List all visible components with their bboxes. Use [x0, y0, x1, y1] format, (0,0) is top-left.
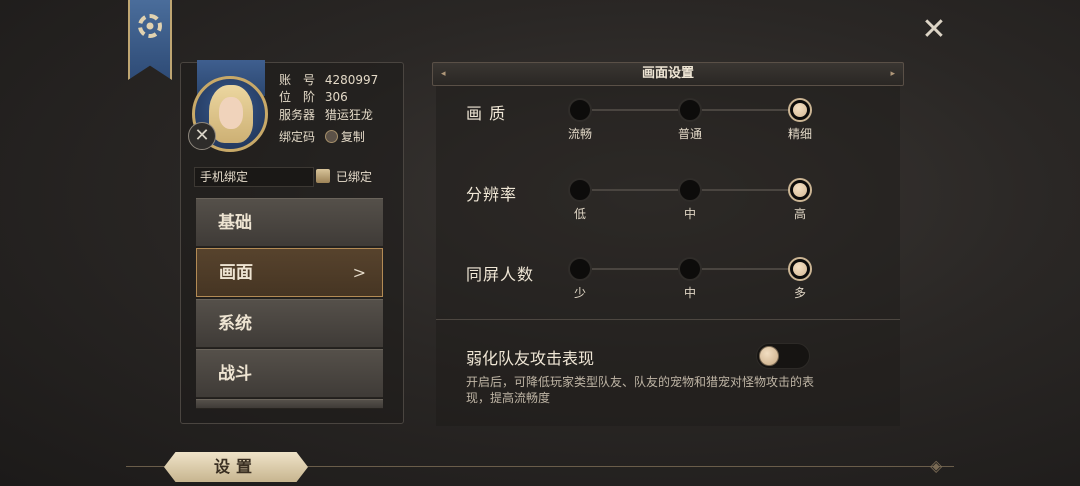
- panel-header: ◂ 画面设置 ▸: [432, 62, 904, 86]
- quality-option-label: 流畅: [567, 127, 592, 141]
- rank-value: 306: [324, 90, 348, 104]
- quality-option-label: 精细: [787, 127, 812, 141]
- tab-combat[interactable]: 战斗: [196, 349, 383, 398]
- server-label: 服务器: [279, 108, 316, 122]
- resolution-option-label: 中: [683, 207, 696, 221]
- close-button[interactable]: ✕: [918, 14, 950, 46]
- ornament-left-icon: ◂: [441, 69, 446, 79]
- server-row: 服务器 猎运狂龙: [279, 106, 373, 123]
- players-option-label: 多: [793, 286, 806, 300]
- quality-option-smooth[interactable]: [568, 98, 592, 122]
- tab-system[interactable]: 系统: [196, 299, 383, 348]
- resolution-option-mid[interactable]: [678, 178, 702, 202]
- bind-status-label: 已绑定: [336, 170, 373, 184]
- phone-bind-status[interactable]: 已绑定: [316, 167, 372, 187]
- bind-code-row: 绑定码 复制: [279, 128, 365, 145]
- tab-more[interactable]: [196, 399, 383, 409]
- account-label: 账 号: [279, 73, 316, 87]
- settings-banner: [128, 0, 172, 80]
- swords-icon[interactable]: ✕: [188, 122, 216, 150]
- account-row: 账 号 4280997: [279, 71, 378, 88]
- scroll-icon: [316, 169, 330, 183]
- toggle-knob: [759, 346, 779, 366]
- copy-label: 复制: [340, 130, 365, 144]
- server-value: 猎运狂龙: [324, 108, 373, 122]
- weaken-teammate-title: 弱化队友攻击表现: [466, 349, 595, 368]
- players-option-many[interactable]: [788, 257, 812, 281]
- bind-code-label: 绑定码: [279, 130, 316, 144]
- players-option-label: 中: [683, 286, 696, 300]
- chevron-right-icon: >: [352, 263, 366, 282]
- copy-icon: [324, 130, 338, 143]
- tab-label: 战斗: [218, 364, 252, 384]
- tab-basic[interactable]: 基础: [196, 198, 383, 247]
- gear-icon: [138, 14, 162, 38]
- rank-label: 位 阶: [279, 90, 316, 104]
- copy-button[interactable]: 复制: [324, 130, 365, 144]
- players-option-few[interactable]: [568, 257, 592, 281]
- account-value: 4280997: [324, 73, 379, 87]
- avatar-face: [219, 97, 243, 129]
- phone-bind-field: 手机绑定: [194, 167, 314, 187]
- ornament-right-icon: ▸: [890, 69, 895, 79]
- tab-label: 画面: [219, 263, 253, 283]
- divider: [436, 319, 900, 320]
- ornament-end-icon: ◈: [930, 456, 943, 475]
- resolution-option-label: 低: [573, 207, 586, 221]
- players-label: 同屏人数: [466, 265, 535, 284]
- panel-title: 画面设置: [641, 66, 694, 81]
- tab-graphics[interactable]: 画面 >: [196, 248, 383, 297]
- quality-option-label: 普通: [677, 127, 702, 141]
- tab-label: 基础: [218, 213, 252, 233]
- players-option-label: 少: [573, 286, 586, 300]
- quality-option-fine[interactable]: [788, 98, 812, 122]
- weaken-teammate-toggle[interactable]: [756, 343, 810, 369]
- tab-label: 系统: [218, 314, 252, 334]
- quality-label: 画 质: [466, 104, 507, 123]
- resolution-option-low[interactable]: [568, 178, 592, 202]
- resolution-label: 分辨率: [466, 185, 518, 204]
- weaken-teammate-desc: 开启后，可降低玩家类型队友、队友的宠物和猎宠对怪物攻击的表现，提高流畅度: [466, 375, 815, 405]
- players-option-mid[interactable]: [678, 257, 702, 281]
- footer-title: 设置: [164, 452, 308, 482]
- rank-row: 位 阶 306: [279, 88, 348, 105]
- resolution-option-label: 高: [793, 207, 806, 221]
- resolution-option-high[interactable]: [788, 178, 812, 202]
- quality-option-normal[interactable]: [678, 98, 702, 122]
